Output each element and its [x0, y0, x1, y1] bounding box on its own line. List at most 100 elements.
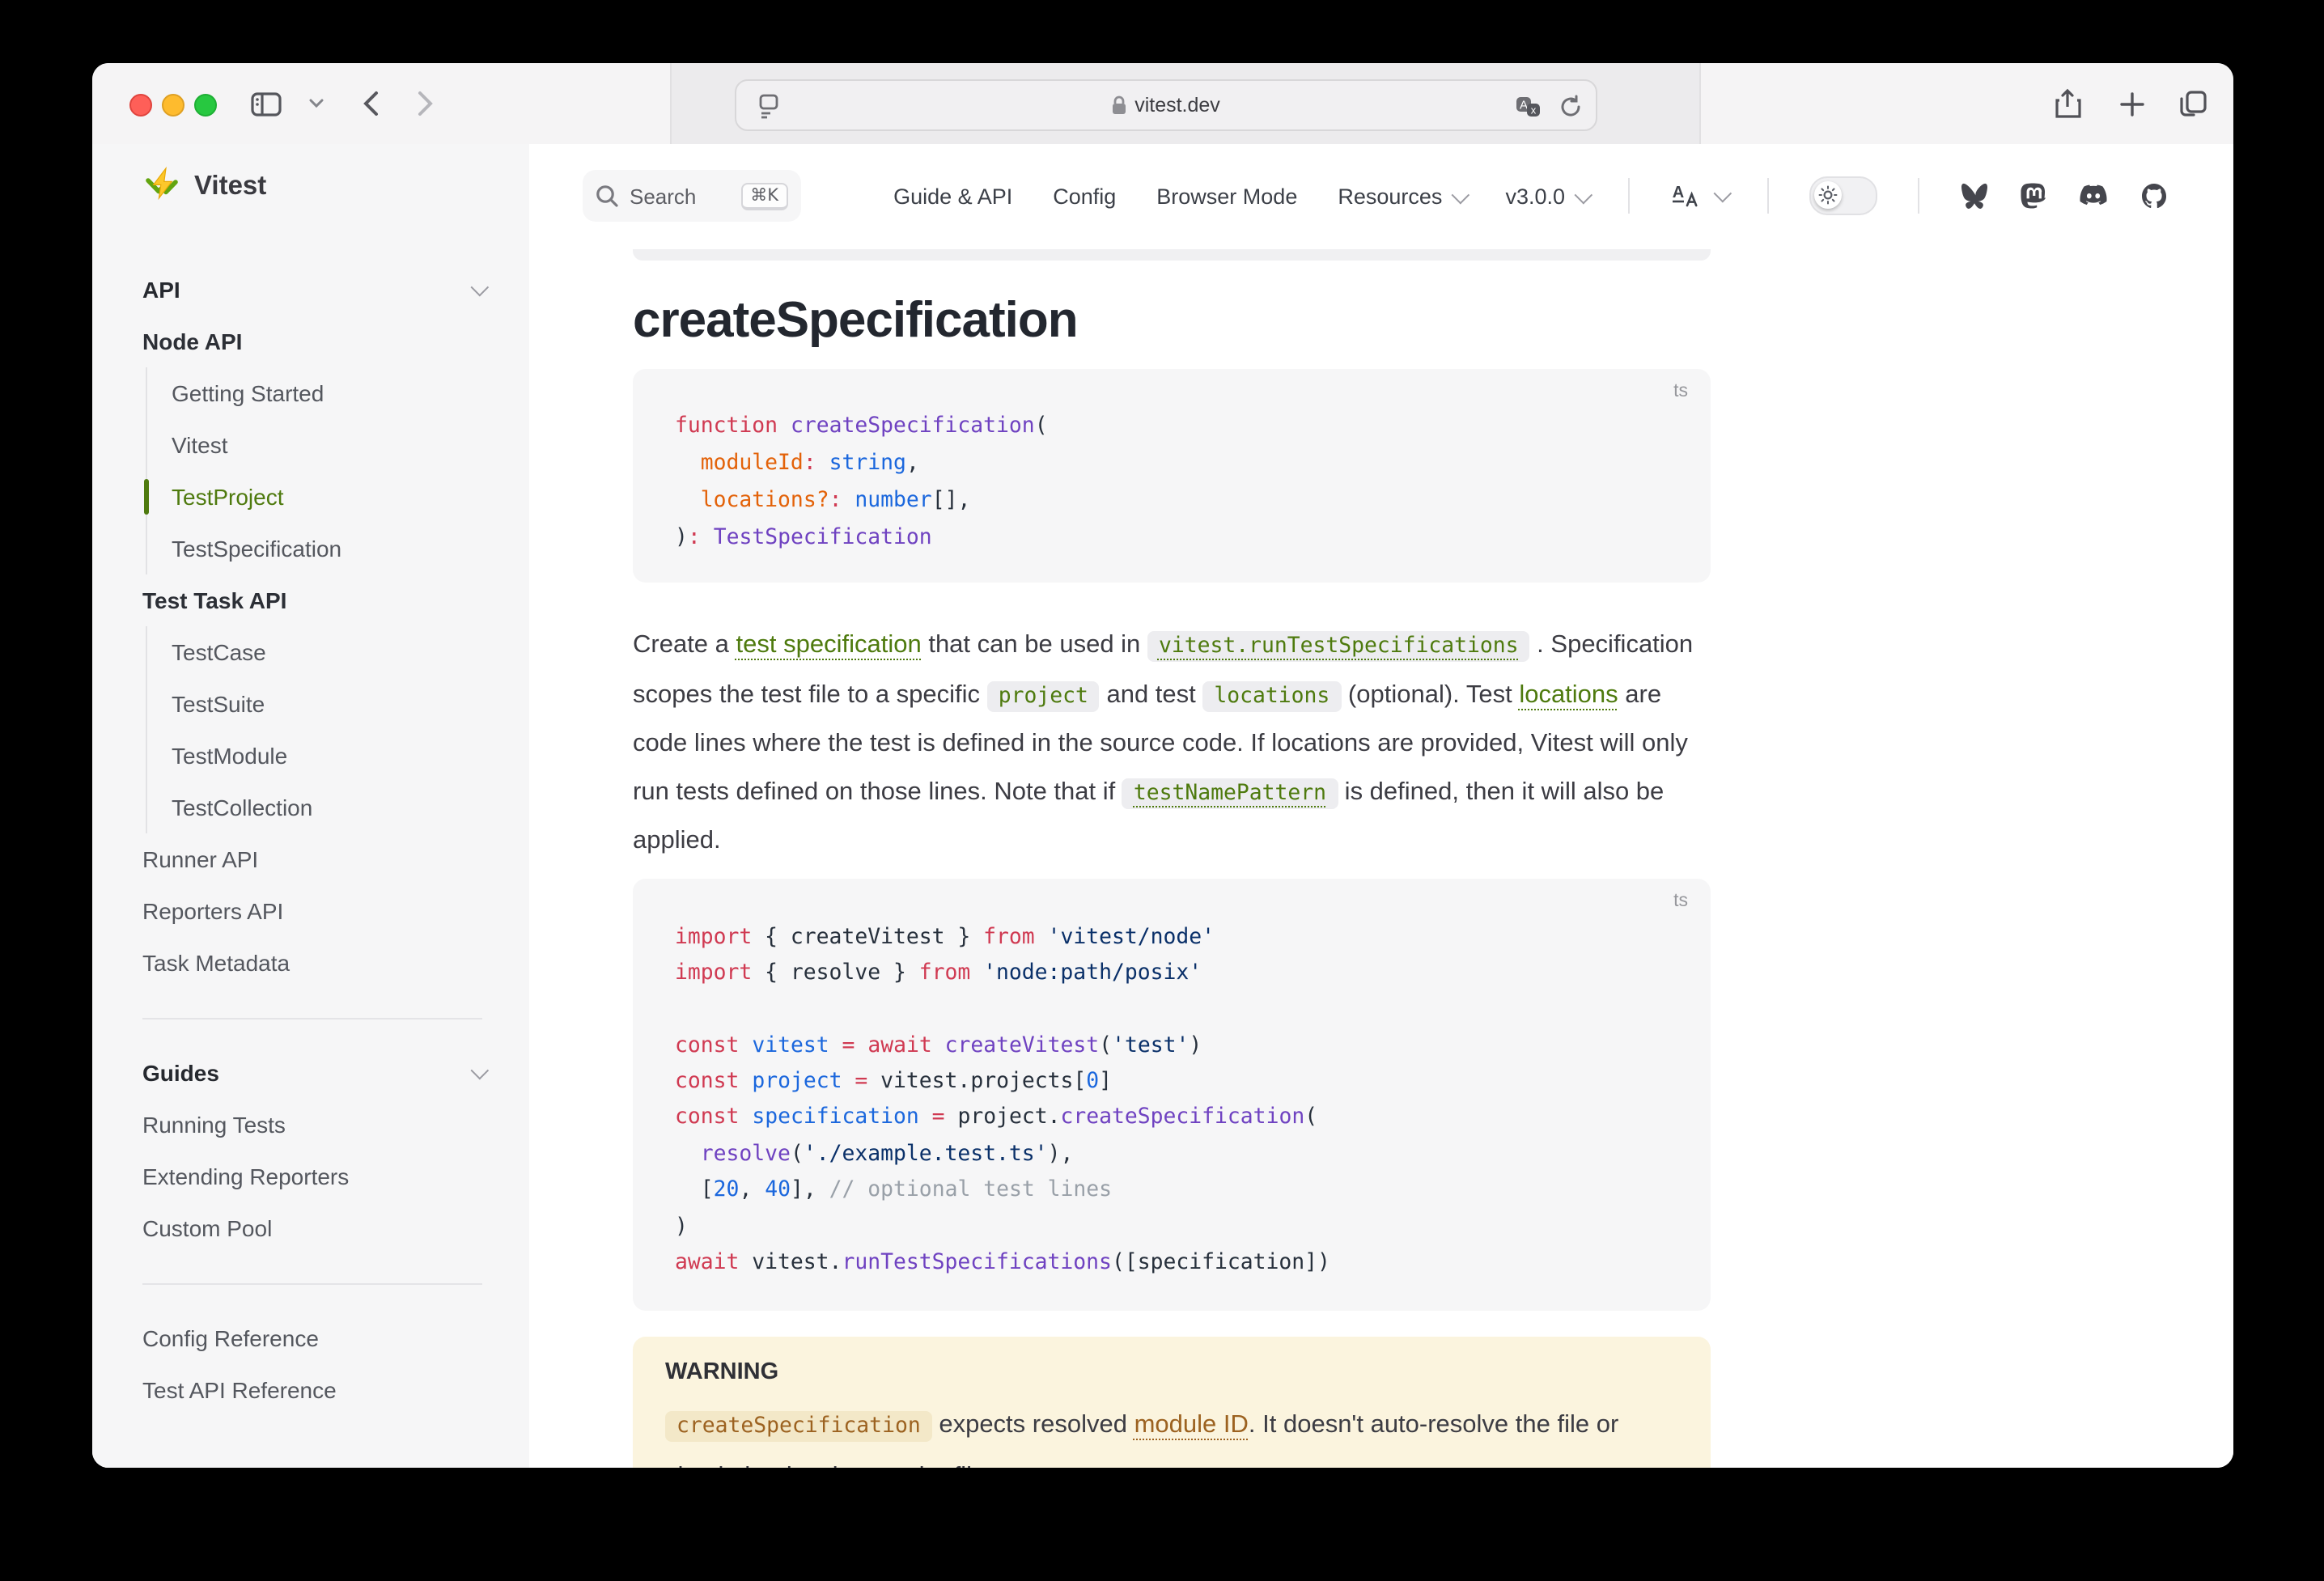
code-token: import [675, 961, 752, 985]
bluesky-icon[interactable] [1960, 183, 1989, 209]
code-token: vitest. [739, 1251, 842, 1275]
inline-code-link[interactable]: vitest.runTestSpecifications [1147, 631, 1530, 662]
discord-icon[interactable] [2078, 184, 2109, 208]
code-line: const project = vitest.projects[0] [675, 1065, 1675, 1101]
github-icon[interactable] [2140, 181, 2169, 210]
sidebar-item-running-tests[interactable]: Running Tests [142, 1099, 529, 1151]
close-window-button[interactable] [129, 94, 152, 117]
code-block-signature: ts function createSpecification( moduleI… [633, 369, 1711, 583]
inline-link[interactable]: locations [1519, 680, 1618, 708]
description-paragraph: Create a test specification that can be … [633, 621, 1711, 865]
sidebar-item-node-api[interactable]: Node API [142, 316, 529, 367]
sidebar-item-getting-started[interactable]: Getting Started [172, 367, 529, 419]
translate-icon[interactable]: Ax [1508, 87, 1547, 126]
code-line: ): TestSpecification [675, 519, 1675, 557]
sidebar-group-title-api[interactable]: API [142, 264, 484, 316]
code-token: 20 [714, 1178, 740, 1202]
sidebar-item-testcollection[interactable]: TestCollection [172, 782, 529, 833]
code-token: 40 [765, 1178, 791, 1202]
code-token: await [675, 1251, 739, 1275]
search-button[interactable]: Search ⌘K [583, 170, 801, 222]
nav-link-guide-api[interactable]: Guide & API [893, 184, 1012, 208]
nav-link-browser-mode[interactable]: Browser Mode [1156, 184, 1297, 208]
back-button[interactable] [351, 84, 390, 123]
brand[interactable]: Vitest [142, 167, 266, 206]
nav-link-config[interactable]: Config [1053, 184, 1116, 208]
toolbar-chevron-down-icon[interactable] [296, 84, 335, 123]
reload-icon[interactable] [1550, 87, 1589, 126]
url-text: vitest.dev [736, 81, 1596, 129]
address-bar[interactable]: vitest.dev Ax [735, 79, 1597, 131]
sidebar-item-reporters-api[interactable]: Reporters API [142, 885, 529, 937]
code-token: TestSpecification [714, 526, 932, 550]
sidebar-group: APINode APIGetting StartedVitestTestProj… [92, 264, 529, 989]
forward-button[interactable] [406, 84, 445, 123]
warning-text: createSpecification expects resolved mod… [665, 1401, 1678, 1468]
warning-title: WARNING [665, 1360, 1678, 1386]
nav-link-v3-0-0[interactable]: v3.0.0 [1505, 184, 1588, 208]
sidebar-item-testproject[interactable]: TestProject [172, 471, 529, 523]
site-viewport: Vitest APINode APIGetting StartedVitestT… [92, 144, 2233, 1468]
code-line: import { resolve } from 'node:path/posix… [675, 956, 1675, 993]
code-token: from [983, 925, 1035, 949]
code-token [842, 1070, 855, 1094]
chevron-down-icon [1575, 185, 1593, 204]
language-toggle[interactable]: A [1670, 183, 1727, 209]
code-token: ([specification]) [1112, 1251, 1330, 1275]
sidebar-item-custom-pool[interactable]: Custom Pool [142, 1202, 529, 1254]
code-token: ( [1099, 1033, 1112, 1058]
tabs-overview-icon[interactable] [2173, 84, 2212, 123]
sidebar-group-title-guides[interactable]: Guides [142, 1047, 484, 1099]
code-token: string [829, 451, 906, 476]
sidebar-item-testcase[interactable]: TestCase [172, 626, 529, 678]
page-title: createSpecification [633, 291, 1711, 350]
code-token: runTestSpecifications [842, 1251, 1111, 1275]
code-line: ) [675, 1210, 1675, 1246]
sidebar-item-testmodule[interactable]: TestModule [172, 730, 529, 782]
svg-text:x: x [1531, 104, 1537, 117]
code-token: const [675, 1070, 739, 1094]
code-token [1035, 925, 1048, 949]
text-run: expects resolved [932, 1412, 1134, 1439]
code-token: : [688, 526, 701, 550]
code-token: ( [1304, 1106, 1317, 1130]
code-token: const [675, 1106, 739, 1130]
code-token: [ [675, 1178, 714, 1202]
sidebar-item-testsuite[interactable]: TestSuite [172, 678, 529, 730]
code-line: resolve('./example.test.ts'), [675, 1138, 1675, 1174]
code-line: await vitest.runTestSpecifications([spec… [675, 1246, 1675, 1282]
code-token [739, 1033, 752, 1058]
nav-divider [1628, 178, 1630, 214]
inline-code-link[interactable]: testNamePattern [1122, 778, 1338, 808]
search-icon [596, 184, 618, 207]
code-token [701, 526, 714, 550]
sidebar-item-test-task-api[interactable]: Test Task API [142, 574, 529, 626]
sidebar-nested-group: TestCaseTestSuiteTestModuleTestCollectio… [146, 626, 529, 833]
sidebar-item-testspecification[interactable]: TestSpecification [172, 523, 529, 574]
sidebar-item-config-reference[interactable]: Config Reference [142, 1312, 529, 1364]
minimize-window-button[interactable] [162, 94, 184, 117]
share-icon[interactable] [2047, 84, 2086, 123]
zoom-window-button[interactable] [194, 94, 217, 117]
warning-callout: WARNING createSpecification expects reso… [633, 1337, 1711, 1468]
sidebar-item-extending-reporters[interactable]: Extending Reporters [142, 1151, 529, 1202]
inline-link[interactable]: module ID [1134, 1412, 1249, 1439]
code-token: createSpecification [791, 414, 1035, 439]
sidebar-item-task-metadata[interactable]: Task Metadata [142, 937, 529, 989]
code-line: import { createVitest } from 'vitest/nod… [675, 920, 1675, 956]
sidebar-item-runner-api[interactable]: Runner API [142, 833, 529, 885]
sidebar-toggle-icon[interactable] [246, 84, 285, 123]
sidebar-item-vitest[interactable]: Vitest [172, 419, 529, 471]
chevron-down-icon [471, 278, 490, 297]
new-tab-icon[interactable] [2112, 84, 2151, 123]
code-token: vitest.projects[ [867, 1070, 1086, 1094]
browser-toolbar: vitest.dev Ax [92, 63, 2233, 146]
code-token: from [919, 961, 971, 985]
sidebar-item-test-api-reference[interactable]: Test API Reference [142, 1364, 529, 1416]
code-token [970, 961, 983, 985]
mastodon-icon[interactable] [2020, 181, 2047, 210]
inline-link[interactable]: test specification [736, 631, 922, 659]
theme-toggle[interactable] [1809, 176, 1877, 215]
vitest-logo-icon [142, 167, 181, 206]
nav-link-resources[interactable]: Resources [1338, 184, 1465, 208]
